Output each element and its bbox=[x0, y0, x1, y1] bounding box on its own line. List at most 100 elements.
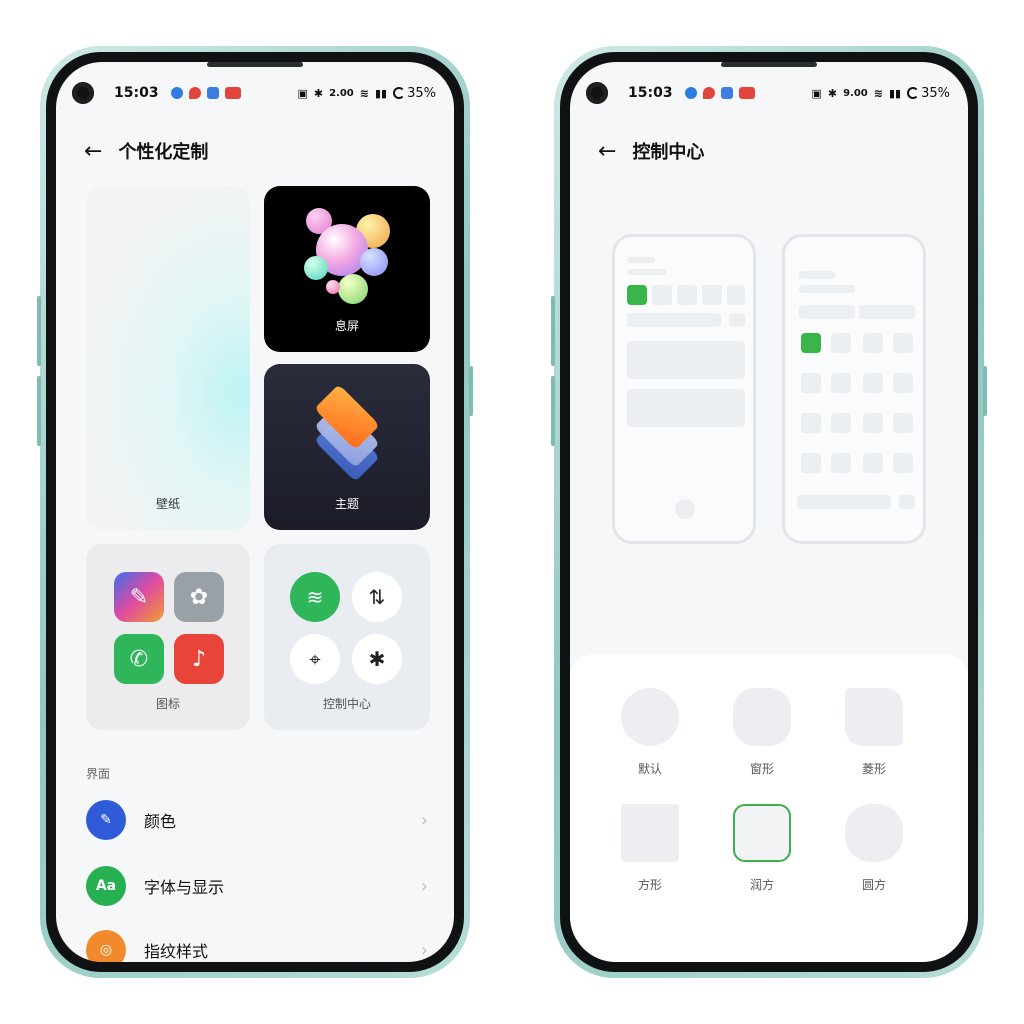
earpiece-speaker bbox=[207, 62, 303, 67]
square-shape-icon bbox=[621, 804, 679, 862]
shape-label: 菱形 bbox=[861, 762, 886, 776]
shape-label: 润方 bbox=[749, 878, 774, 892]
phone-right: 15:03 ▣ ✱ 9.00 ≋ ▮▮ 35% ← 控制中心 默认 窗形 菱形 … bbox=[551, 46, 987, 978]
icons-label: 图标 bbox=[155, 697, 180, 711]
phone-left: 15:03 ▣ ✱ 2.00 ≋ ▮▮ 35% ← 个性化定制 壁纸 息屏 主题… bbox=[37, 46, 473, 978]
message-notification-icon bbox=[720, 87, 733, 99]
theme-tile[interactable]: 主题 bbox=[264, 364, 430, 530]
control-center-label: 控制中心 bbox=[322, 697, 371, 711]
back-arrow-icon[interactable]: ← bbox=[598, 139, 616, 164]
shape-label: 窗形 bbox=[749, 762, 774, 776]
volume-button bbox=[551, 376, 555, 446]
page-header: ← 个性化定制 bbox=[84, 138, 208, 164]
section-title: 界面 bbox=[86, 767, 111, 781]
battery-indicator: 35% bbox=[907, 86, 950, 101]
list-item-font[interactable]: Aa 字体与显示 › bbox=[86, 866, 428, 906]
power-button bbox=[983, 366, 987, 416]
list-item-label: 字体与显示 bbox=[144, 878, 225, 897]
power-button bbox=[469, 366, 473, 416]
location-notification-icon bbox=[188, 87, 201, 99]
status-time: 15:03 bbox=[114, 85, 159, 101]
signal-icon: ▮▮ bbox=[888, 86, 902, 100]
always-on-display-tile[interactable]: 息屏 bbox=[264, 186, 430, 352]
squircle-shape-icon bbox=[733, 688, 791, 746]
page-title: 个性化定制 bbox=[118, 142, 209, 163]
status-bar: 15:03 ▣ ✱ 9.00 ≋ ▮▮ 35% bbox=[570, 76, 968, 110]
wallpaper-label: 壁纸 bbox=[155, 497, 180, 511]
notification-icons bbox=[684, 87, 755, 99]
news-notification-icon bbox=[224, 87, 241, 99]
circle-shape-icon bbox=[621, 688, 679, 746]
network-speed: 2.00 bbox=[329, 87, 354, 99]
page-title: 控制中心 bbox=[632, 142, 705, 163]
volume-button bbox=[551, 296, 555, 366]
volume-button bbox=[37, 296, 41, 366]
earpiece-speaker bbox=[721, 62, 817, 67]
list-item-fingerprint[interactable]: ◎ 指纹样式 › bbox=[86, 930, 428, 962]
home-dot-icon bbox=[675, 499, 695, 519]
control-center-tile[interactable]: ≋ ⇅ ⌖ ✱ 控制中心 bbox=[264, 544, 430, 730]
rounded-square-shape-icon bbox=[733, 804, 791, 862]
shape-option-rounded-square[interactable]: 润方 bbox=[706, 804, 818, 893]
list-item-label: 指纹样式 bbox=[144, 942, 209, 961]
shape-option-window[interactable]: 窗形 bbox=[706, 688, 818, 777]
bluetooth-icon: ✱ bbox=[313, 86, 324, 100]
wallpaper-tile[interactable]: 壁纸 bbox=[86, 186, 250, 530]
battery-indicator: 35% bbox=[393, 86, 436, 101]
wifi-toggle-icon: ≋ bbox=[290, 572, 340, 622]
nfc-icon: ▣ bbox=[811, 86, 822, 100]
location-icon: ⌖ bbox=[290, 634, 340, 684]
chevron-right-icon: › bbox=[420, 939, 428, 961]
wifi-icon: ≋ bbox=[359, 86, 369, 100]
settings-app-icon: ✿ bbox=[174, 572, 224, 622]
battery-icon bbox=[907, 87, 920, 99]
nfc-icon: ▣ bbox=[297, 86, 308, 100]
shape-label: 圆方 bbox=[861, 878, 886, 892]
signal-icon: ▮▮ bbox=[374, 86, 388, 100]
chevron-right-icon: › bbox=[420, 809, 428, 831]
screenshot-stage: 15:03 ▣ ✱ 2.00 ≋ ▮▮ 35% ← 个性化定制 壁纸 息屏 主题… bbox=[0, 0, 1024, 1024]
message-notification-icon bbox=[206, 87, 219, 99]
phone-app-icon: ✆ bbox=[114, 634, 164, 684]
back-arrow-icon[interactable]: ← bbox=[84, 139, 102, 164]
front-camera bbox=[586, 82, 608, 104]
page-header: ← 控制中心 bbox=[598, 138, 704, 164]
layout-preview-classic[interactable] bbox=[612, 234, 756, 544]
theme-label: 主题 bbox=[334, 497, 359, 511]
shape-option-square[interactable]: 方形 bbox=[594, 804, 706, 893]
front-camera bbox=[72, 82, 94, 104]
layout-preview-grid[interactable] bbox=[782, 234, 926, 544]
status-time: 15:03 bbox=[628, 85, 673, 101]
aod-label: 息屏 bbox=[334, 319, 359, 333]
notification-icons bbox=[170, 87, 241, 99]
shape-option-round-square[interactable]: 圆方 bbox=[818, 804, 930, 893]
brush-app-icon: ✎ bbox=[114, 572, 164, 622]
status-right: ▣ ✱ 2.00 ≋ ▮▮ 35% bbox=[297, 86, 436, 101]
leaf-shape-icon bbox=[845, 688, 903, 746]
shape-option-rhombus[interactable]: 菱形 bbox=[818, 688, 930, 777]
bluetooth-icon: ✱ bbox=[352, 634, 402, 684]
app-notification-icon bbox=[170, 87, 183, 99]
news-notification-icon bbox=[738, 87, 755, 99]
mobile-data-icon: ⇅ bbox=[352, 572, 402, 622]
music-app-icon: ♪ bbox=[174, 634, 224, 684]
shape-label: 默认 bbox=[637, 762, 662, 776]
list-item-color[interactable]: ✎ 颜色 › bbox=[86, 800, 428, 840]
location-notification-icon bbox=[702, 87, 715, 99]
round-square-shape-icon bbox=[845, 804, 903, 862]
wifi-icon: ≋ bbox=[873, 86, 883, 100]
fingerprint-icon: ◎ bbox=[86, 930, 126, 962]
control-center-screen: 15:03 ▣ ✱ 9.00 ≋ ▮▮ 35% ← 控制中心 默认 窗形 菱形 … bbox=[570, 62, 968, 962]
status-bar: 15:03 ▣ ✱ 2.00 ≋ ▮▮ 35% bbox=[56, 76, 454, 110]
battery-icon bbox=[393, 87, 406, 99]
app-notification-icon bbox=[684, 87, 697, 99]
personalization-screen: 15:03 ▣ ✱ 2.00 ≋ ▮▮ 35% ← 个性化定制 壁纸 息屏 主题… bbox=[56, 62, 454, 962]
volume-button bbox=[37, 376, 41, 446]
icons-tile[interactable]: ✎ ✿ ✆ ♪ 图标 bbox=[86, 544, 250, 730]
shape-option-default[interactable]: 默认 bbox=[594, 688, 706, 777]
brush-icon: ✎ bbox=[86, 800, 126, 840]
chevron-right-icon: › bbox=[420, 875, 428, 897]
shape-label: 方形 bbox=[637, 878, 662, 892]
list-item-label: 颜色 bbox=[144, 812, 177, 831]
network-speed: 9.00 bbox=[843, 87, 868, 99]
